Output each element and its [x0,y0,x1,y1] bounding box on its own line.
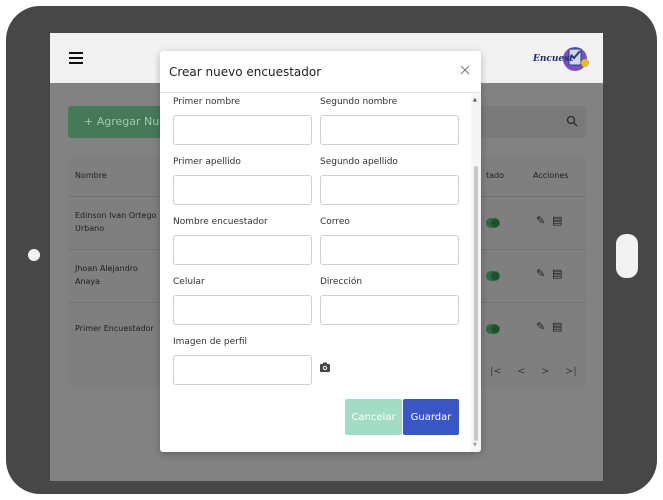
edit-pencil-icon[interactable]: ✎ [536,267,545,280]
pager-prev-button[interactable]: < [517,366,525,377]
primer-apellido-input[interactable] [173,175,312,205]
label-primer-apellido: Primer apellido [173,157,241,167]
close-icon[interactable] [460,64,470,78]
edit-pencil-icon[interactable]: ✎ [536,320,545,333]
correo-input[interactable] [320,235,459,265]
tablet-home-button [616,234,638,278]
app-logo: Encuest [533,39,593,79]
status-toggle[interactable] [486,324,500,334]
label-celular: Celular [173,277,205,287]
search-box[interactable] [480,106,586,138]
create-surveyor-modal: Crear nuevo encuestador Primer nombre Se… [160,51,481,452]
label-correo: Correo [320,217,350,227]
direccion-input[interactable] [320,295,459,325]
cancel-button[interactable]: Cancelar [345,399,402,435]
label-imagen-perfil: Imagen de perfil [173,337,247,347]
logo-text: Encuest [533,54,574,64]
pager-first-button[interactable]: |< [490,366,502,377]
segundo-nombre-input[interactable] [320,115,459,145]
nombre-encuestador-input[interactable] [173,235,312,265]
modal-scrollbar[interactable]: ▲ ▼ [471,93,481,452]
column-header-acciones: Acciones [533,171,569,180]
scrollbar-thumb[interactable] [474,166,478,441]
pager-last-button[interactable]: >| [565,366,577,377]
column-header-estado: tado [486,171,505,180]
row-name: Edinson Ivan Ortego Urbano [75,211,157,233]
celular-input[interactable] [173,295,312,325]
hamburger-menu-icon[interactable] [69,52,83,64]
row-name: Jhoan Alejandro Anaya [75,264,138,286]
document-icon[interactable]: ▤ [552,214,562,227]
imagen-perfil-input[interactable] [173,355,312,385]
label-primer-nombre: Primer nombre [173,97,241,107]
label-direccion: Dirección [320,277,363,287]
row-name: Primer Encuestador [75,324,154,333]
scroll-down-arrow-icon[interactable]: ▼ [473,442,477,448]
label-nombre-encuestador: Nombre encuestador [173,217,268,227]
column-header-nombre: Nombre [75,171,107,180]
save-button[interactable]: Guardar [403,399,459,435]
pager-next-button[interactable]: > [541,366,549,377]
camera-icon[interactable] [319,361,331,373]
modal-body: Primer nombre Segundo nombre Primer apel… [160,93,471,448]
segundo-apellido-input[interactable] [320,175,459,205]
modal-header: Crear nuevo encuestador [160,51,481,93]
status-toggle[interactable] [486,271,500,281]
search-icon[interactable] [566,115,578,127]
document-icon[interactable]: ▤ [552,267,562,280]
tablet-camera-dot [28,249,40,261]
label-segundo-apellido: Segundo apellido [320,157,398,167]
edit-pencil-icon[interactable]: ✎ [536,214,545,227]
document-icon[interactable]: ▤ [552,320,562,333]
scroll-up-arrow-icon[interactable]: ▲ [473,97,477,103]
status-toggle[interactable] [486,218,500,228]
label-segundo-nombre: Segundo nombre [320,97,398,107]
modal-title: Crear nuevo encuestador [169,65,322,79]
primer-nombre-input[interactable] [173,115,312,145]
